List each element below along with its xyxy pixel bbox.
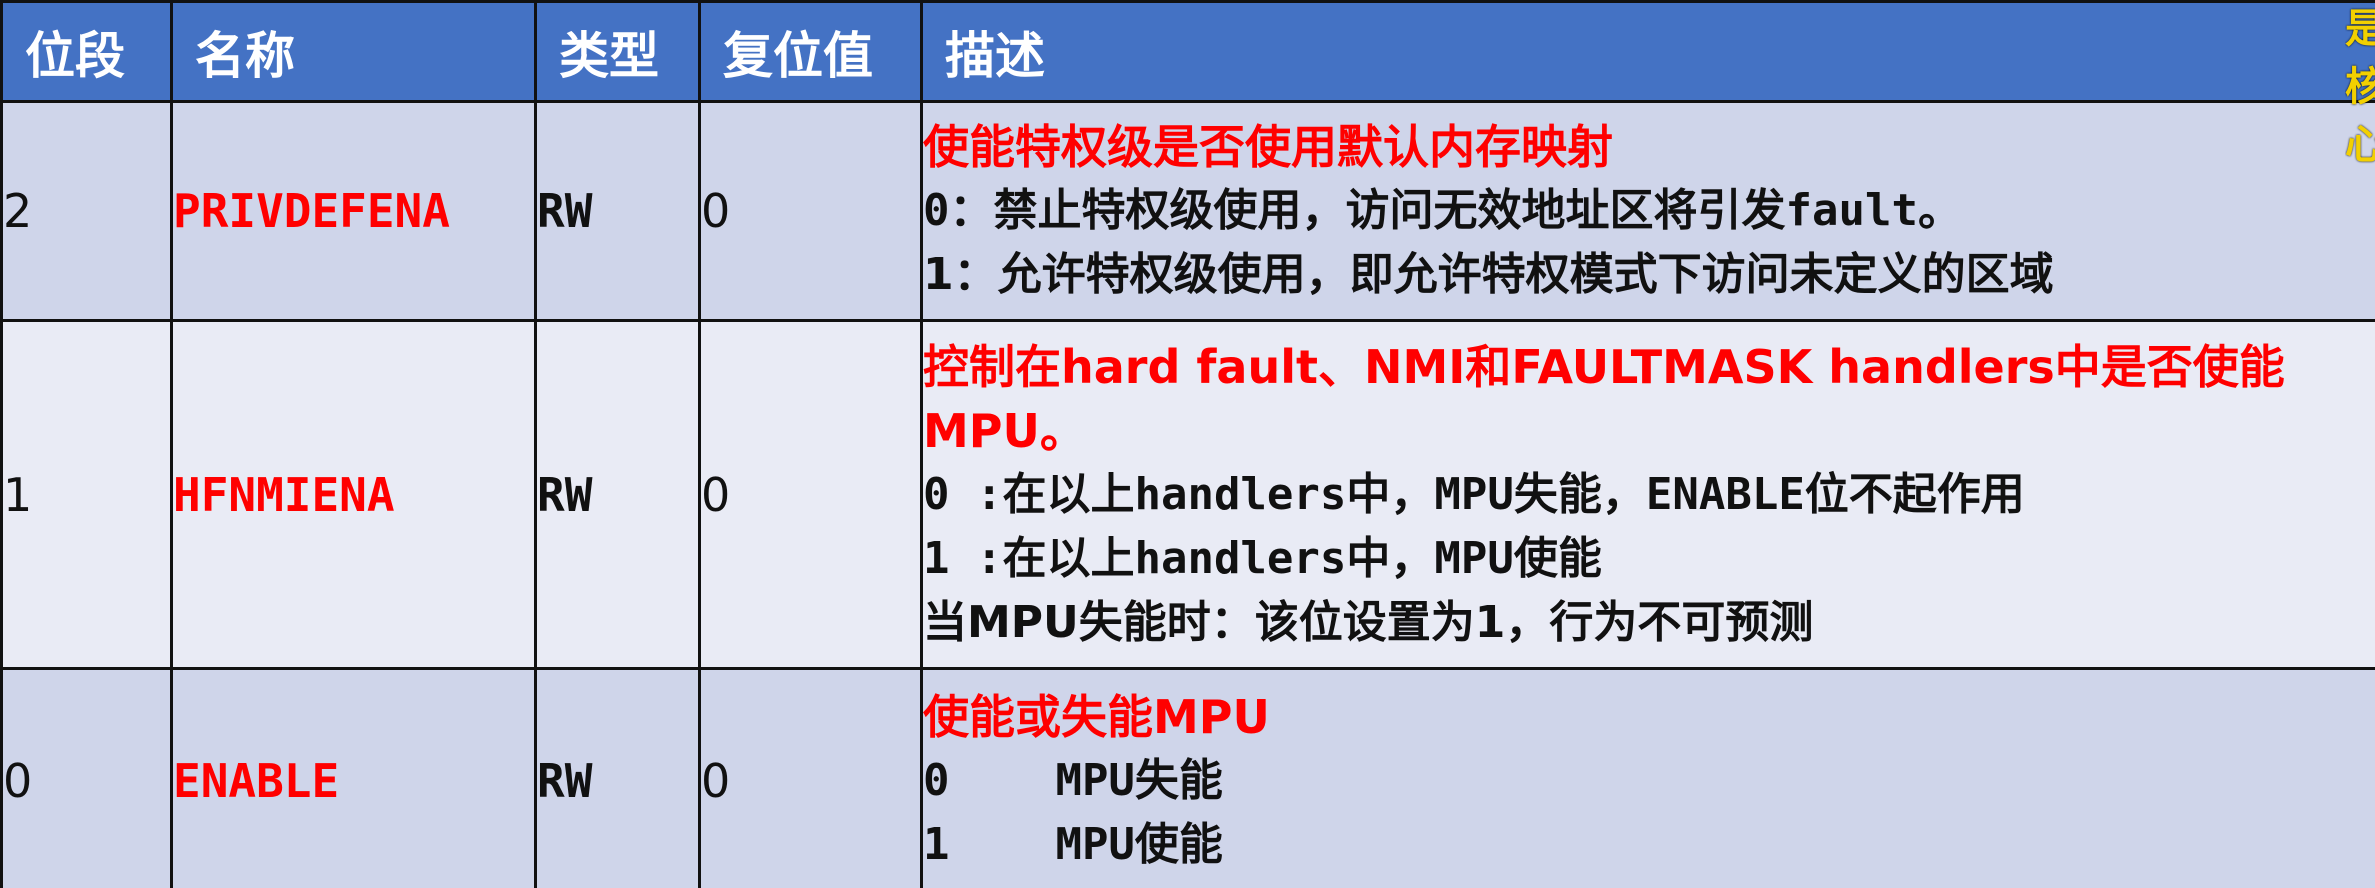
header-type: 类型 bbox=[534, 0, 701, 103]
desc-title: 控制在hard fault、NMI和FAULTMASK handlers中是否使… bbox=[923, 339, 2285, 458]
cell-desc: 使能特权级是否使用默认内存映射 0：禁止特权级使用，访问无效地址区将引发faul… bbox=[920, 100, 2375, 322]
cell-reset: 0 bbox=[698, 100, 923, 322]
cell-name: ENABLE bbox=[170, 667, 537, 888]
cell-bit: 2 bbox=[0, 100, 173, 322]
cell-type: RW bbox=[534, 667, 701, 888]
field-name: ENABLE bbox=[173, 753, 340, 808]
cell-desc: 使能或失能MPU 0 MPU失能 1 MPU使能 bbox=[920, 667, 2375, 888]
header-reset: 复位值 bbox=[698, 0, 923, 103]
cell-desc: 控制在hard fault、NMI和FAULTMASK handlers中是否使… bbox=[920, 319, 2375, 670]
desc-line: 0 :在以上handlers中，MPU失能，ENABLE位不起作用 bbox=[923, 468, 2025, 520]
desc-line: 当MPU失能时：该位设置为1，行为不可预测 bbox=[923, 596, 1814, 648]
cell-type: RW bbox=[534, 319, 701, 670]
table-header-row: 位段 名称 类型 复位值 描述 bbox=[0, 0, 2375, 103]
cell-reset: 0 bbox=[698, 319, 923, 670]
cell-name: HFNMIENA bbox=[170, 319, 537, 670]
header-name: 名称 bbox=[170, 0, 537, 103]
table-row: 1 HFNMIENA RW 0 控制在hard fault、NMI和FAULTM… bbox=[0, 319, 2375, 670]
header-bit: 位段 bbox=[0, 0, 173, 103]
desc-line: 1：允许特权级使用，即允许特权模式下访问未定义的区域 bbox=[923, 249, 2054, 300]
cell-bit: 0 bbox=[0, 667, 173, 888]
cell-name: PRIVDEFENA bbox=[170, 100, 537, 322]
desc-title: 使能或失能MPU bbox=[923, 689, 1270, 744]
field-name: HFNMIENA bbox=[173, 467, 395, 522]
desc-line: 1 MPU使能 bbox=[923, 818, 1223, 870]
desc-line: 0：禁止特权级使用，访问无效地址区将引发fault。 bbox=[923, 185, 1962, 236]
cell-type: RW bbox=[534, 100, 701, 322]
cell-reset: 0 bbox=[698, 667, 923, 888]
register-bit-table: 位段 名称 类型 复位值 描述 2 PRIVDEFENA RW 0 使能特权级是… bbox=[0, 0, 2375, 888]
table-row: 0 ENABLE RW 0 使能或失能MPU 0 MPU失能 1 MPU使能 bbox=[0, 667, 2375, 888]
desc-line: 1 :在以上handlers中，MPU使能 bbox=[923, 532, 1602, 584]
table-row: 2 PRIVDEFENA RW 0 使能特权级是否使用默认内存映射 0：禁止特权… bbox=[0, 100, 2375, 322]
desc-line: 0 MPU失能 bbox=[923, 754, 1223, 806]
field-name: PRIVDEFENA bbox=[173, 184, 450, 238]
desc-title: 使能特权级是否使用默认内存映射 bbox=[923, 120, 1614, 174]
cell-bit: 1 bbox=[0, 319, 173, 670]
header-desc: 描述 bbox=[920, 0, 2375, 103]
edge-caption-text: 是核心 bbox=[2345, 6, 2375, 168]
